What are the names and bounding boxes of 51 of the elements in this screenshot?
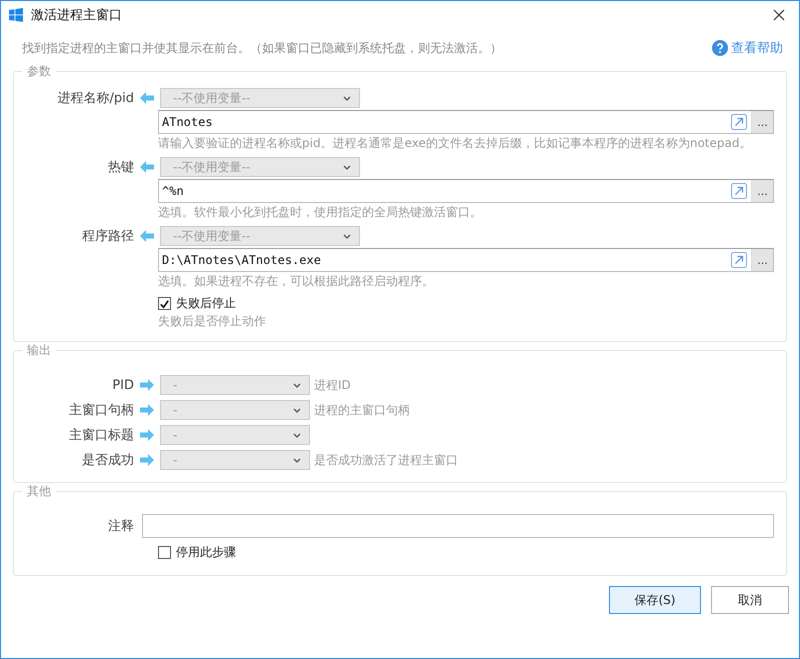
field-hint: 失败后是否停止动作	[158, 313, 266, 330]
field-hint: 请输入要验证的进程名称或pid。进程名通常是exe的文件名去掉后缀，比如记事本程序的进程名称为notepad。	[158, 135, 752, 152]
close-icon[interactable]	[773, 9, 785, 21]
field-label: 程序路径	[81, 228, 134, 245]
text-input[interactable]: ATnotes ...	[158, 110, 774, 134]
output-hint: 进程ID	[314, 376, 351, 394]
output-label: 主窗口标题	[68, 427, 134, 444]
chevron-icon	[293, 432, 301, 438]
field-hint: 选填。如果进程不存在，可以根据此路径启动程序。	[158, 273, 434, 290]
text-input[interactable]: ^%n ...	[158, 179, 774, 203]
output-hint: 进程的主窗口句柄	[314, 402, 410, 418]
left-arrow-icon	[140, 92, 154, 104]
help-icon	[712, 40, 728, 56]
description-text: 找到指定进程的主窗口并使其显示在前台。（如果窗口已隐藏到系统托盘，则无法激活。）	[22, 40, 502, 56]
chevron-icon	[293, 382, 301, 388]
output-label: PID	[111, 378, 134, 392]
chevron-icon	[343, 234, 351, 238]
cancel-button[interactable]: 取消	[711, 586, 789, 614]
right-arrow-icon	[140, 454, 154, 466]
save-button[interactable]: 保存(S)	[609, 586, 701, 614]
right-arrow-icon	[140, 429, 154, 441]
note-label: 注释	[107, 518, 134, 535]
browse-button[interactable]: ...	[751, 111, 773, 133]
expand-icon[interactable]	[731, 252, 747, 268]
text-input[interactable]: D:\ATnotes\ATnotes.exe ...	[158, 248, 774, 272]
chevron-icon	[343, 164, 351, 170]
left-arrow-icon	[140, 230, 154, 242]
expand-icon[interactable]	[731, 114, 747, 130]
browse-button[interactable]: ...	[751, 249, 773, 271]
expand-icon[interactable]	[731, 183, 747, 199]
chevron-icon	[293, 458, 301, 462]
field-label: 进程名称/pid	[56, 90, 134, 107]
chevron-icon	[343, 96, 351, 100]
disable-step-checkbox[interactable]: 停用此步骤	[158, 544, 236, 561]
output-label: 主窗口句柄	[68, 402, 134, 419]
right-arrow-icon	[140, 404, 154, 416]
note-input[interactable]	[142, 514, 774, 538]
right-arrow-icon	[140, 379, 154, 391]
section-legend: 参数	[22, 63, 56, 80]
field-hint: 选填。软件最小化到托盘时，使用指定的全局热键激活窗口。	[158, 204, 482, 221]
section-legend: 输出	[22, 342, 56, 359]
chevron-icon	[293, 408, 301, 412]
app-logo-icon	[9, 8, 23, 22]
left-arrow-icon	[140, 161, 154, 173]
browse-button[interactable]: ...	[751, 180, 773, 202]
output-hint: 是否成功激活了进程主窗口	[314, 452, 458, 468]
section-legend: 其他	[22, 483, 56, 500]
output-label: 是否成功	[81, 452, 134, 469]
stop-on-failure-checkbox[interactable]: 失败后停止	[158, 295, 236, 312]
field-label: 热键	[107, 159, 134, 176]
window-title: 激活进程主窗口	[31, 7, 123, 24]
